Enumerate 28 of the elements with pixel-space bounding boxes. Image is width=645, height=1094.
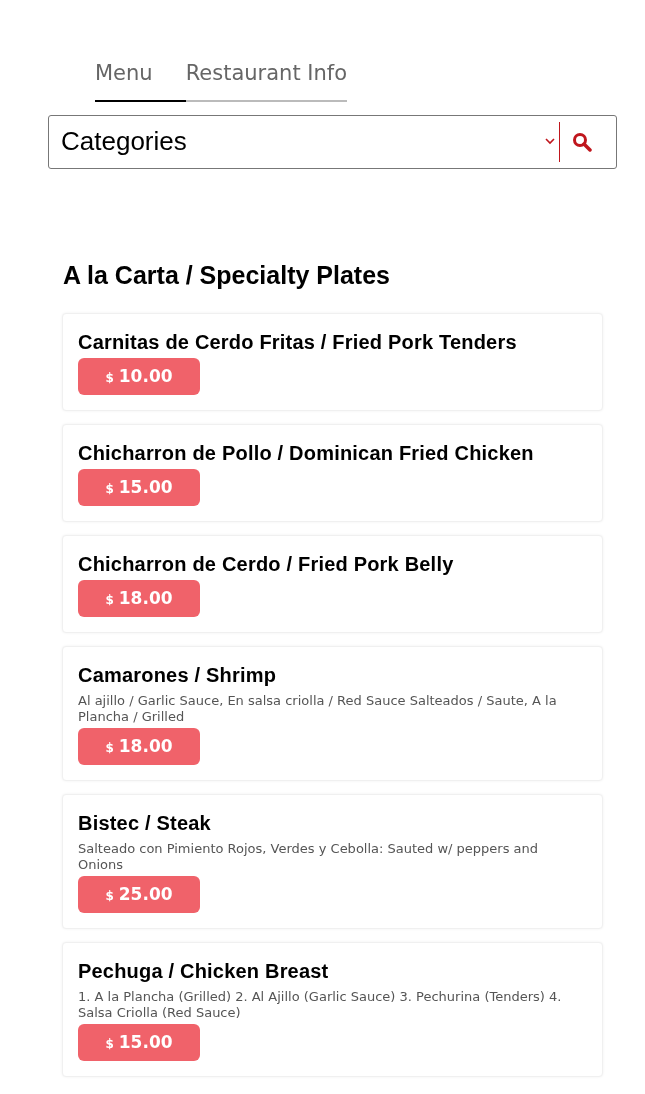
menu-item-card[interactable]: Bistec / Steak Salteado con Pimiento Rojos, Verdes y Cebolla: Sauted w/ peppers and Onions $ 25.00	[62, 794, 603, 929]
item-description: Al ajillo / Garlic Sauce, En salsa criolla / Red Sauce Salteados / Saute, A la Plancha / Grilled	[78, 693, 558, 725]
item-name: Camarones / Shrimp	[78, 663, 278, 688]
category-select[interactable]: Categories	[48, 114, 617, 169]
item-name: Chicharron de Cerdo / Fried Pork Belly	[78, 552, 455, 577]
tab[interactable]: Restaurant Info	[185, 58, 348, 102]
item-name: Chicharron de Pollo / Dominican Fried Chicken	[78, 441, 535, 466]
menu-item-card[interactable]: Chicharron de Cerdo / Fried Pork Belly $ 18.00	[62, 535, 603, 633]
chevron-down-icon	[545, 138, 555, 145]
tab[interactable]: Menu	[95, 58, 186, 102]
price-button[interactable]: $ 18.00	[78, 728, 200, 765]
select-value: Categories	[61, 125, 188, 158]
item-description: 1. A la Plancha (Grilled) 2. Al Ajillo (Garlic Sauce) 3. Pechurina (Tenders) 4. Salsa Criolla (Red Sauce)	[78, 989, 563, 1021]
item-name: Carnitas de Cerdo Fritas / Fried Pork Tenders	[78, 330, 518, 355]
section-title: A la Carta / Specialty Plates	[63, 259, 391, 291]
menu-item-card[interactable]: Camarones / Shrimp Al ajillo / Garlic Sauce, En salsa criolla / Red Sauce Salteados / Saute, A la Plancha / Grilled $ 18.00	[62, 646, 603, 781]
item-name: Pechuga / Chicken Breast	[78, 959, 330, 984]
item-description: Salteado con Pimiento Rojos, Verdes y Cebolla: Sauted w/ peppers and Onions	[78, 841, 540, 873]
search-icon[interactable]	[572, 131, 592, 152]
price-button[interactable]: $ 18.00	[78, 580, 200, 617]
price-button[interactable]: $ 10.00	[78, 358, 200, 395]
menu-item-card[interactable]: Chicharron de Pollo / Dominican Fried Chicken $ 15.00	[62, 424, 603, 522]
price-button[interactable]: $ 25.00	[78, 876, 200, 913]
item-name: Bistec / Steak	[78, 811, 212, 836]
price-button[interactable]: $ 15.00	[78, 1024, 200, 1061]
menu-item-card[interactable]: Pechuga / Chicken Breast 1. A la Plancha (Grilled) 2. Al Ajillo (Garlic Sauce) 3. Pechurina (Tenders) 4. Salsa Criolla (Red Sauce) $ 15.00	[62, 942, 603, 1077]
price-button[interactable]: $ 15.00	[78, 469, 200, 506]
menu-item-card[interactable]: Carnitas de Cerdo Fritas / Fried Pork Tenders $ 10.00	[62, 313, 603, 411]
